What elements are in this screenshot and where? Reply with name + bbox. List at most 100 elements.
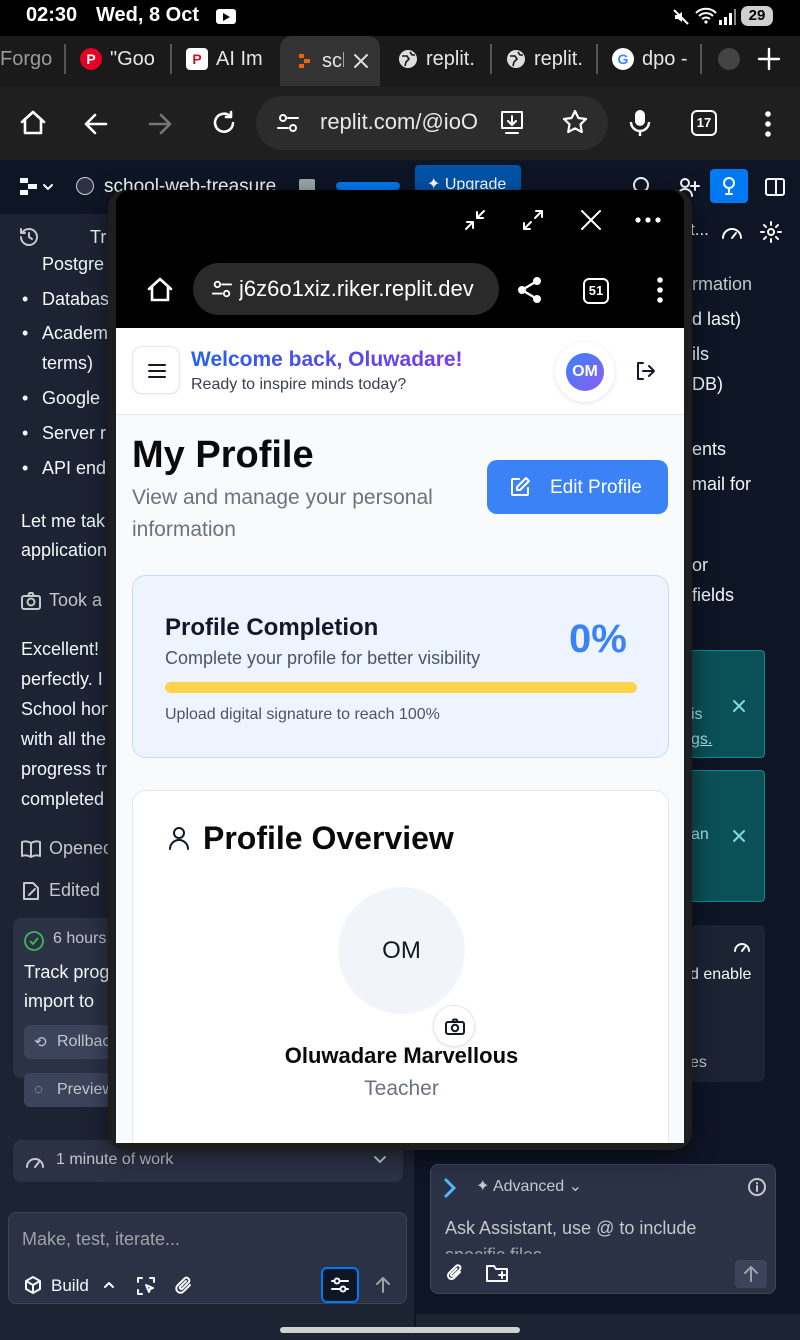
site-settings-icon[interactable] (211, 278, 233, 300)
settings-toggle-button[interactable] (321, 1267, 359, 1303)
microphone-icon[interactable] (628, 108, 652, 138)
maximize-icon[interactable] (521, 208, 545, 232)
notice-link[interactable]: gs. (691, 731, 712, 749)
chat-text: application (21, 540, 108, 560)
usage-card: d enable es (690, 925, 765, 1082)
progress-chip (336, 182, 400, 190)
pane-tab-label[interactable]: t... (690, 220, 709, 240)
info-icon[interactable] (747, 1177, 767, 1197)
close-icon[interactable] (731, 698, 747, 714)
attach-icon[interactable] (173, 1275, 195, 1297)
action-log[interactable]: Opened (49, 838, 113, 859)
address-bar[interactable]: replit.com/@ioO (256, 96, 608, 150)
browser-menu-icon[interactable] (764, 110, 772, 138)
home-icon[interactable] (146, 276, 174, 304)
assistant-placeholder-overflow: specific files (445, 1245, 765, 1254)
chevron-down-icon (374, 1156, 386, 1163)
chat-text: School hon (21, 699, 112, 719)
history-icon[interactable] (18, 226, 40, 248)
gear-icon[interactable] (760, 221, 782, 243)
assistant-text: or (692, 555, 709, 575)
logout-icon[interactable] (634, 360, 656, 382)
advanced-mode-selector[interactable]: ✦ Advanced ⌄ (476, 1176, 582, 1196)
assistant-placeholder-cut: specific files (445, 1245, 542, 1254)
popup-tab-switcher[interactable]: 51 (583, 278, 609, 304)
install-app-icon[interactable] (498, 108, 526, 136)
tab-switcher-button[interactable]: 17 (691, 110, 717, 136)
wifi-icon (695, 7, 717, 24)
popup-menu-icon[interactable] (656, 276, 664, 304)
popup-address-text[interactable]: j6z6o1xiz.riker.replit.dev (239, 276, 493, 302)
deploy-button[interactable] (710, 169, 748, 203)
change-photo-button[interactable] (433, 1005, 475, 1047)
overview-title: Profile Overview (203, 820, 454, 856)
new-tab-icon[interactable] (756, 46, 782, 72)
split-pane-icon[interactable] (764, 176, 786, 198)
close-icon[interactable] (731, 828, 747, 844)
add-folder-icon[interactable] (485, 1262, 509, 1284)
close-tab-icon[interactable] (352, 52, 370, 70)
tab-google-dpo[interactable]: G dpo - (612, 36, 692, 82)
address-text[interactable]: replit.com/@ioO (320, 109, 496, 135)
menu-button[interactable] (132, 346, 180, 394)
action-log[interactable]: Edited (49, 880, 100, 901)
check-circle-icon (24, 931, 44, 951)
tab-forgot[interactable]: Forgo (0, 36, 56, 82)
user-avatar-button[interactable]: OM (555, 342, 615, 402)
replit-logo-icon[interactable] (20, 178, 40, 196)
attach-icon[interactable] (445, 1263, 465, 1283)
history-label: Tr (90, 227, 107, 247)
assistant-input[interactable]: ✦ Advanced ⌄ Ask Assistant, use @ to inc… (430, 1164, 776, 1294)
agent-input-placeholder[interactable]: Make, test, iterate... (22, 1229, 180, 1250)
gauge-icon[interactable] (721, 222, 743, 242)
notice-banner: an (690, 770, 765, 902)
user-icon (169, 827, 189, 850)
tab-more[interactable] (718, 36, 746, 82)
chevron-up-icon[interactable] (103, 1280, 115, 1290)
status-time: 02:30 (26, 4, 78, 26)
forward-icon (148, 113, 172, 135)
edit-profile-button[interactable]: Edit Profile (487, 460, 668, 514)
tab-replit-1[interactable]: replit. (398, 36, 482, 82)
notice-text: an (691, 826, 709, 843)
popup-address-bar[interactable]: j6z6o1xiz.riker.replit.dev (193, 263, 499, 315)
build-mode-label[interactable]: Build (51, 1276, 89, 1296)
browser-toolbar: replit.com/@ioO 17 (0, 86, 800, 160)
tab-replit-2[interactable]: replit. (506, 36, 590, 82)
assistant-text: rmation (692, 274, 753, 294)
cube-icon (25, 1276, 41, 1294)
battery-indicator: 29 (741, 6, 773, 26)
tab-pinterest[interactable]: P "Goo (80, 36, 158, 82)
completion-title: Profile Completion (165, 614, 379, 641)
tab-ai-image[interactable]: P AI Ima (186, 36, 262, 82)
site-settings-icon[interactable] (276, 111, 300, 135)
chevron-down-icon[interactable] (42, 182, 54, 192)
chat-bullet: Databas (22, 289, 109, 310)
assistant-text: ils (692, 344, 709, 364)
tab-label: "Goo (110, 47, 155, 70)
close-icon[interactable] (579, 208, 603, 232)
select-element-icon[interactable] (135, 1275, 157, 1297)
status-bar: 02:30 Wed, 8 Oct 29 (0, 0, 800, 36)
usage-text: es (690, 1054, 707, 1071)
tab-favicon (718, 48, 740, 70)
assistant-send-button[interactable] (735, 1260, 767, 1288)
chat-text: Postgre (42, 254, 105, 274)
share-icon[interactable] (516, 276, 544, 304)
send-arrow-icon[interactable] (373, 1275, 393, 1295)
bookmark-star-icon[interactable] (562, 109, 588, 135)
gesture-bar[interactable] (280, 1327, 520, 1333)
minimize-icon[interactable] (463, 208, 487, 232)
assistant-placeholder[interactable]: Ask Assistant, use @ to include (445, 1218, 696, 1239)
tab-school-active[interactable]: sch (280, 36, 380, 86)
agent-input[interactable]: Make, test, iterate... Build (8, 1212, 407, 1304)
back-icon[interactable] (82, 110, 110, 138)
home-icon[interactable] (18, 108, 48, 138)
svg-text:Welcome back, Oluwadare!: Welcome back, Oluwadare! (191, 348, 463, 371)
more-options-icon[interactable] (634, 216, 662, 224)
checkpoint-text: import to (24, 991, 95, 1011)
notice-text: is (691, 706, 703, 723)
camera-icon (445, 1018, 465, 1035)
completion-percent: 0% (569, 617, 627, 661)
reload-icon[interactable] (210, 109, 238, 137)
